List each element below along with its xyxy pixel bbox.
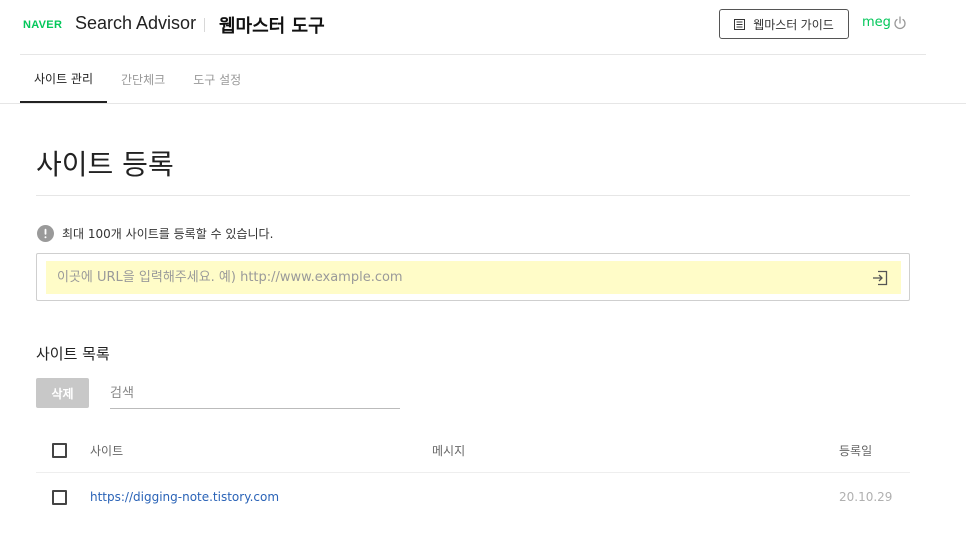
table-header-row: 사이트 메시지 등록일 bbox=[36, 428, 910, 473]
table-row: https://digging-note.tistory.com 20.10.2… bbox=[36, 473, 910, 521]
guide-document-icon bbox=[734, 18, 746, 30]
url-input[interactable] bbox=[46, 261, 871, 294]
top-header: NAVER Search Advisor 웹마스터 도구 웹마스터 가이드 me… bbox=[0, 0, 966, 54]
logo-divider bbox=[204, 18, 205, 32]
webmaster-guide-button[interactable]: 웹마스터 가이드 bbox=[719, 9, 849, 39]
tab-tool-settings[interactable]: 도구 설정 bbox=[193, 55, 241, 103]
tab-quick-check[interactable]: 간단체크 bbox=[121, 55, 165, 103]
column-header-date[interactable]: 등록일 bbox=[839, 442, 872, 459]
search-advisor-logo[interactable]: Search Advisor bbox=[75, 13, 196, 34]
row-checkbox[interactable] bbox=[52, 489, 67, 505]
site-registered-date: 20.10.29 bbox=[839, 490, 893, 504]
delete-button[interactable]: 삭제 bbox=[36, 378, 89, 408]
tab-site-management[interactable]: 사이트 관리 bbox=[20, 55, 108, 103]
webmaster-tool-title[interactable]: 웹마스터 도구 bbox=[219, 12, 325, 38]
notice-text: 최대 100개 사이트를 등록할 수 있습니다. bbox=[62, 227, 274, 241]
tabs-divider bbox=[0, 103, 966, 104]
main-tabs: 사이트 관리 간단체크 도구 설정 bbox=[20, 55, 269, 103]
url-input-wrapper bbox=[46, 261, 901, 294]
power-icon[interactable] bbox=[893, 16, 907, 30]
site-link[interactable]: https://digging-note.tistory.com bbox=[90, 490, 279, 504]
url-register-box bbox=[36, 253, 910, 301]
enter-arrow-icon[interactable] bbox=[871, 269, 889, 287]
column-header-message: 메시지 bbox=[432, 443, 466, 458]
info-icon bbox=[37, 225, 54, 242]
site-list-title: 사이트 목록 bbox=[36, 345, 110, 363]
site-table: 사이트 메시지 등록일 https://digging-note.tistory… bbox=[36, 428, 910, 521]
notice: 최대 100개 사이트를 등록할 수 있습니다. bbox=[37, 225, 273, 242]
search-input[interactable] bbox=[110, 378, 400, 409]
column-header-site[interactable]: 사이트 bbox=[90, 442, 123, 459]
select-all-checkbox[interactable] bbox=[52, 442, 67, 458]
guide-button-label: 웹마스터 가이드 bbox=[753, 17, 834, 32]
title-divider bbox=[36, 195, 910, 196]
user-name[interactable]: meg bbox=[862, 15, 891, 30]
naver-logo[interactable]: NAVER bbox=[23, 19, 62, 31]
page-title: 사이트 등록 bbox=[36, 148, 174, 181]
